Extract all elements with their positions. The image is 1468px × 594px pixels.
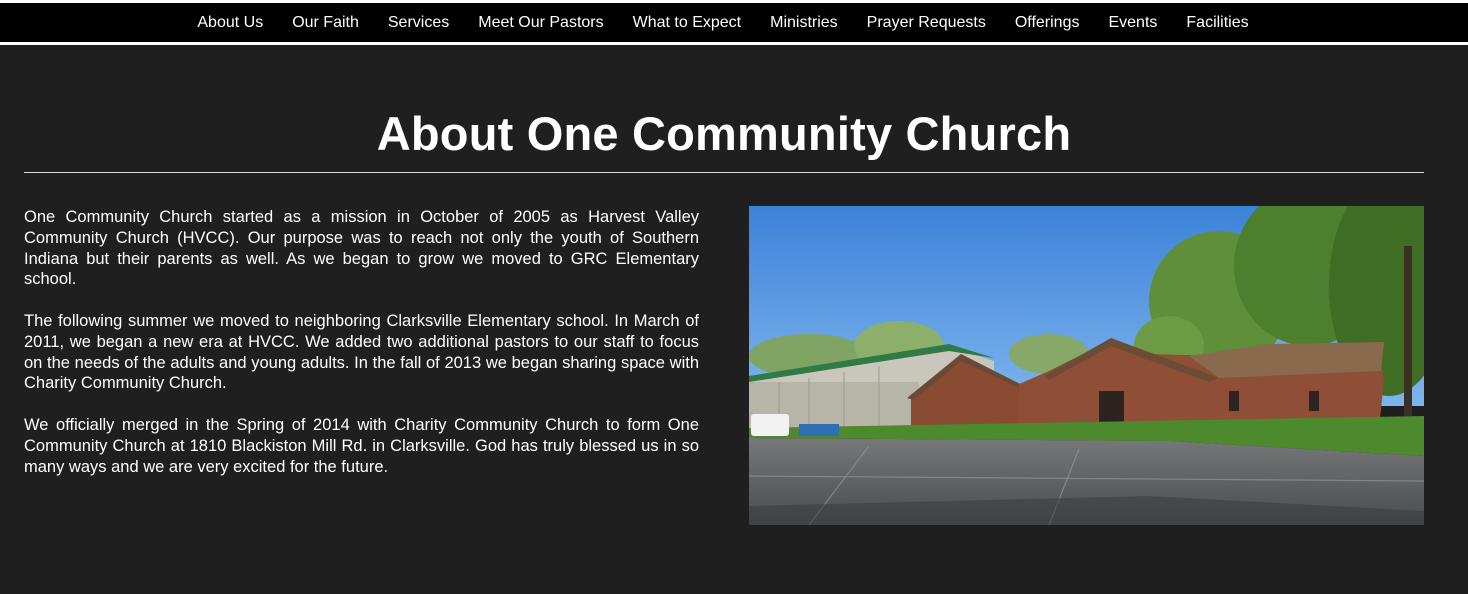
about-text: One Community Church started as a missio… (24, 207, 699, 498)
top-navigation: About Us Our Faith Services Meet Our Pas… (0, 3, 1468, 42)
church-building-photo (749, 206, 1424, 525)
nav-item-what-to-expect[interactable]: What to Expect (618, 14, 756, 32)
nav-item-events[interactable]: Events (1094, 14, 1172, 32)
nav-item-ministries[interactable]: Ministries (756, 14, 853, 32)
nav-item-prayer-requests[interactable]: Prayer Requests (852, 14, 1000, 32)
title-divider (24, 172, 1424, 173)
nav-item-facilities[interactable]: Facilities (1172, 14, 1263, 32)
content-area: About Us Our Faith Services Meet Our Pas… (0, 3, 1468, 594)
nav-item-offerings[interactable]: Offerings (1000, 14, 1094, 32)
nav-list: About Us Our Faith Services Meet Our Pas… (183, 14, 1263, 32)
nav-divider (0, 42, 1468, 45)
about-paragraph-1: One Community Church started as a missio… (24, 208, 699, 289)
about-paragraph-2: The following summer we moved to neighbo… (24, 311, 699, 393)
page-title: About One Community Church (376, 107, 1072, 160)
nav-item-meet-our-pastors[interactable]: Meet Our Pastors (464, 14, 618, 32)
nav-item-our-faith[interactable]: Our Faith (278, 14, 374, 32)
page: About Us Our Faith Services Meet Our Pas… (0, 0, 1468, 594)
nav-item-about-us[interactable]: About Us (183, 14, 278, 32)
about-paragraph-3: We officially merged in the Spring of 20… (24, 415, 699, 476)
nav-item-services[interactable]: Services (373, 14, 463, 32)
